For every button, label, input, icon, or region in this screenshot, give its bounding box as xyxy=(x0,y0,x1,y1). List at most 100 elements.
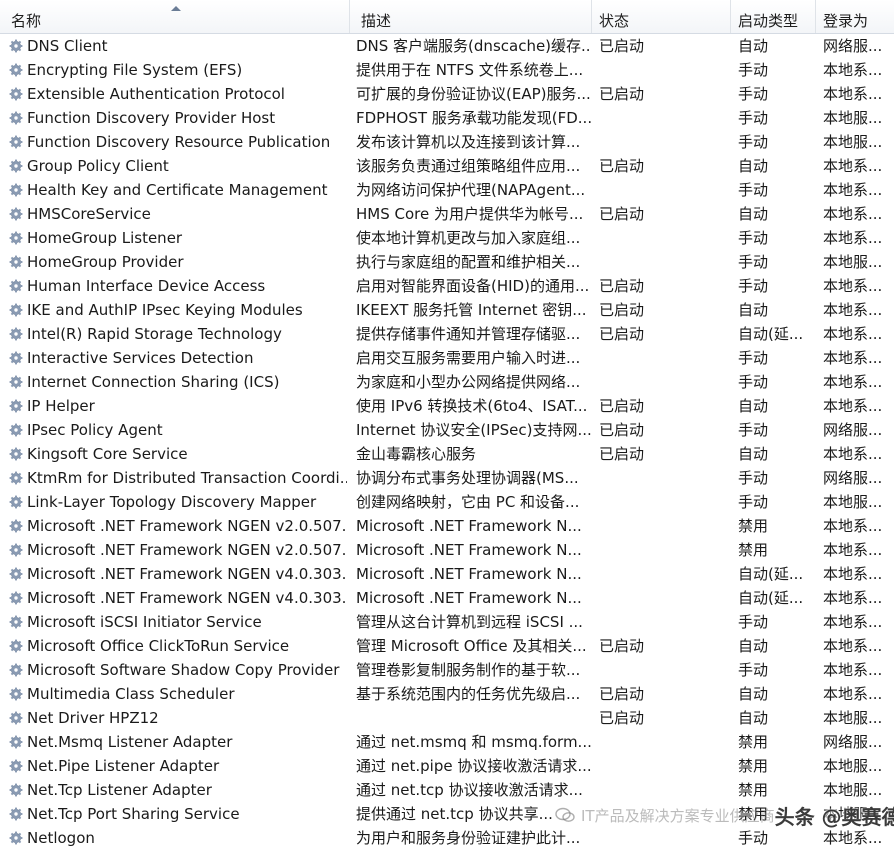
service-description: 通过 net.tcp 协议接收激活请求... xyxy=(356,781,583,799)
table-row[interactable]: Human Interface Device Access 启用对智能界面设备(… xyxy=(0,274,894,298)
table-row[interactable]: Kingsoft Core Service 金山毒霸核心服务 已启动 自动 本地… xyxy=(0,442,894,466)
service-status xyxy=(599,490,729,514)
service-status xyxy=(599,658,729,682)
column-header-row: 名称 描述 状态 启动类型 登录为 xyxy=(0,0,894,34)
service-startup-type: 手动 xyxy=(738,229,769,247)
service-startup-type: 自动 xyxy=(738,709,769,727)
table-row[interactable]: Microsoft .NET Framework NGEN v2.0.507..… xyxy=(0,514,894,538)
table-row[interactable]: Function Discovery Resource Publication … xyxy=(0,130,894,154)
table-row[interactable]: IP Helper 使用 IPv6 转换技术(6to4、ISAT... 已启动 … xyxy=(0,394,894,418)
table-row[interactable]: Microsoft .NET Framework NGEN v4.0.303..… xyxy=(0,562,894,586)
table-row[interactable]: KtmRm for Distributed Transaction Coordi… xyxy=(0,466,894,490)
table-row[interactable]: Net.Tcp Listener Adapter 通过 net.tcp 协议接收… xyxy=(0,778,894,802)
table-row[interactable]: Microsoft .NET Framework NGEN v4.0.303..… xyxy=(0,586,894,610)
service-startup-type: 手动 xyxy=(738,61,769,79)
service-logon-as: 本地系... xyxy=(823,397,883,415)
column-header-status[interactable]: 状态 xyxy=(592,0,731,33)
table-row[interactable]: HomeGroup Listener 使本地计算机更改与加入家庭组... 手动 … xyxy=(0,226,894,250)
table-row[interactable]: HMSCoreService HMS Core 为用户提供华为帐号... 已启动… xyxy=(0,202,894,226)
service-status xyxy=(599,730,729,754)
table-row[interactable]: Net.Pipe Listener Adapter 通过 net.pipe 协议… xyxy=(0,754,894,778)
gear-icon xyxy=(9,159,23,173)
table-row[interactable]: Internet Connection Sharing (ICS) 为家庭和小型… xyxy=(0,370,894,394)
service-description: 该服务负责通过组策略组件应用... xyxy=(356,157,581,175)
table-row[interactable]: Net.Msmq Listener Adapter 通过 net.msmq 和 … xyxy=(0,730,894,754)
gear-icon xyxy=(9,423,23,437)
service-logon-as: 本地系... xyxy=(823,349,883,367)
service-status: 已启动 xyxy=(599,157,645,175)
service-name: Net.Tcp Port Sharing Service xyxy=(27,805,240,823)
table-row[interactable]: Interactive Services Detection 启用交互服务需要用… xyxy=(0,346,894,370)
column-header-name[interactable]: 名称 xyxy=(0,0,350,33)
service-logon-as: 本地服... xyxy=(823,709,883,727)
service-description: Microsoft .NET Framework N... xyxy=(356,565,582,583)
gear-icon xyxy=(9,327,23,341)
column-header-logon-as-label: 登录为 xyxy=(823,12,869,30)
table-row[interactable]: Group Policy Client 该服务负责通过组策略组件应用... 已启… xyxy=(0,154,894,178)
service-name: Multimedia Class Scheduler xyxy=(27,685,235,703)
table-row[interactable]: Link-Layer Topology Discovery Mapper 创建网… xyxy=(0,490,894,514)
gear-icon xyxy=(9,231,23,245)
service-description: 提供存储事件通知并管理存储驱... xyxy=(356,325,581,343)
table-row[interactable]: Microsoft Office ClickToRun Service 管理 M… xyxy=(0,634,894,658)
table-row[interactable]: Encrypting File System (EFS) 提供用于在 NTFS … xyxy=(0,58,894,82)
service-status xyxy=(599,346,729,370)
service-description: 管理卷影复制服务制作的基于软... xyxy=(356,661,581,679)
service-startup-type: 禁用 xyxy=(738,733,769,751)
service-status xyxy=(599,586,729,610)
column-header-logon-as[interactable]: 登录为 xyxy=(816,0,894,33)
table-row[interactable]: Microsoft Software Shadow Copy Provider … xyxy=(0,658,894,682)
service-logon-as: 网络服... xyxy=(823,37,883,55)
service-status xyxy=(599,250,729,274)
table-row[interactable]: Intel(R) Rapid Storage Technology 提供存储事件… xyxy=(0,322,894,346)
table-row[interactable]: IKE and AuthIP IPsec Keying Modules IKEE… xyxy=(0,298,894,322)
service-name: Net.Msmq Listener Adapter xyxy=(27,733,233,751)
service-name: Microsoft .NET Framework NGEN v2.0.507..… xyxy=(27,541,347,559)
column-header-startup-type[interactable]: 启动类型 xyxy=(731,0,816,33)
service-logon-as: 网络服... xyxy=(823,421,883,439)
service-logon-as: 本地服... xyxy=(823,493,883,511)
service-logon-as: 本地系... xyxy=(823,85,883,103)
service-status xyxy=(599,106,729,130)
service-description: Microsoft .NET Framework N... xyxy=(356,517,582,535)
table-row[interactable]: Microsoft .NET Framework NGEN v2.0.507..… xyxy=(0,538,894,562)
table-row[interactable]: Extensible Authentication Protocol 可扩展的身… xyxy=(0,82,894,106)
gear-icon xyxy=(9,783,23,797)
service-startup-type: 手动 xyxy=(738,469,769,487)
service-startup-type: 禁用 xyxy=(738,781,769,799)
service-startup-type: 自动 xyxy=(738,445,769,463)
table-row[interactable]: HomeGroup Provider 执行与家庭组的配置和维护相关... 手动 … xyxy=(0,250,894,274)
service-logon-as: 本地服... xyxy=(823,757,883,775)
service-name: Microsoft .NET Framework NGEN v2.0.507..… xyxy=(27,517,347,535)
service-description: 协调分布式事务处理协调器(MS... xyxy=(356,469,579,487)
service-status xyxy=(599,178,729,202)
table-row[interactable]: Net Driver HPZ12 已启动 自动 本地服... xyxy=(0,706,894,730)
table-row[interactable]: Health Key and Certificate Management 为网… xyxy=(0,178,894,202)
service-name: Interactive Services Detection xyxy=(27,349,254,367)
table-row[interactable]: DNS Client DNS 客户端服务(dnscache)缓存... 已启动 … xyxy=(0,34,894,58)
services-list-view[interactable]: 名称 描述 状态 启动类型 登录为 DNS Client DNS 客户端服务(d… xyxy=(0,0,894,854)
table-row[interactable]: Multimedia Class Scheduler 基于系统范围内的任务优先级… xyxy=(0,682,894,706)
service-rows: DNS Client DNS 客户端服务(dnscache)缓存... 已启动 … xyxy=(0,34,894,850)
gear-icon xyxy=(9,447,23,461)
service-logon-as: 本地系... xyxy=(823,61,883,79)
service-logon-as: 本地系... xyxy=(823,277,883,295)
service-startup-type: 手动 xyxy=(738,373,769,391)
watermark-subtitle: IT产品及解决方案专业供应商 xyxy=(581,806,775,825)
service-logon-as: 本地系... xyxy=(823,661,883,679)
service-name: Microsoft .NET Framework NGEN v4.0.303..… xyxy=(27,589,347,607)
service-description: 基于系统范围内的任务优先级启... xyxy=(356,685,581,703)
service-logon-as: 本地系... xyxy=(823,229,883,247)
service-startup-type: 手动 xyxy=(738,133,769,151)
table-row[interactable]: Function Discovery Provider Host FDPHOST… xyxy=(0,106,894,130)
service-startup-type: 自动 xyxy=(738,205,769,223)
table-row[interactable]: IPsec Policy Agent Internet 协议安全(IPSec)支… xyxy=(0,418,894,442)
table-row[interactable]: Microsoft iSCSI Initiator Service 管理从这台计… xyxy=(0,610,894,634)
service-logon-as: 本地服... xyxy=(823,109,883,127)
service-name: Netlogon xyxy=(27,829,95,847)
column-header-description[interactable]: 描述 xyxy=(350,0,592,33)
service-logon-as: 本地系... xyxy=(823,517,883,535)
service-name: Function Discovery Provider Host xyxy=(27,109,276,127)
service-status: 已启动 xyxy=(599,397,645,415)
service-description: 管理从这台计算机到远程 iSCSI ... xyxy=(356,613,583,631)
